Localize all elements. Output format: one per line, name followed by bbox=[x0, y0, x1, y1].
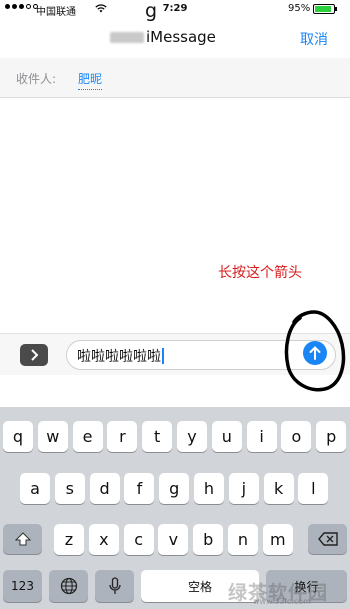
key-a[interactable]: a bbox=[20, 473, 50, 504]
watermark-url: www.33lc.com bbox=[253, 597, 311, 606]
arrow-up-icon bbox=[309, 346, 321, 360]
key-n[interactable]: n bbox=[228, 524, 258, 555]
key-m[interactable]: m bbox=[262, 524, 293, 555]
microphone-key[interactable] bbox=[95, 570, 134, 602]
key-x[interactable]: x bbox=[88, 524, 119, 555]
globe-icon bbox=[60, 577, 77, 595]
cancel-button[interactable]: 取消 bbox=[300, 29, 328, 49]
key-f[interactable]: f bbox=[124, 473, 155, 504]
key-e[interactable]: e bbox=[72, 421, 103, 452]
send-button[interactable] bbox=[303, 341, 327, 365]
globe-key[interactable] bbox=[49, 570, 88, 602]
key-p[interactable]: p bbox=[316, 421, 347, 452]
backspace-icon bbox=[317, 532, 338, 546]
key-u[interactable]: u bbox=[211, 421, 242, 452]
key-w[interactable]: w bbox=[37, 421, 68, 452]
delete-key[interactable] bbox=[308, 524, 347, 554]
key-k[interactable]: k bbox=[263, 473, 294, 504]
key-t[interactable]: t bbox=[142, 421, 173, 452]
key-i[interactable]: i bbox=[246, 421, 277, 452]
expand-apps-button[interactable] bbox=[20, 344, 48, 366]
key-d[interactable]: d bbox=[89, 473, 120, 504]
microphone-icon bbox=[108, 577, 121, 594]
key-z[interactable]: z bbox=[54, 524, 84, 555]
recipient-name[interactable]: 肥昵 bbox=[78, 70, 103, 90]
blurred-name bbox=[110, 32, 144, 43]
nav-title: iMessage bbox=[110, 28, 250, 46]
compose-bar: 啦啦啦啦啦啦 bbox=[0, 333, 350, 375]
battery-icon bbox=[313, 4, 337, 14]
shift-key[interactable] bbox=[3, 524, 42, 554]
key-h[interactable]: h bbox=[194, 473, 224, 504]
key-g[interactable]: g bbox=[159, 473, 190, 504]
key-l[interactable]: l bbox=[298, 473, 329, 504]
shift-icon bbox=[14, 532, 31, 546]
nav-partial-letter: g bbox=[145, 0, 158, 22]
key-c[interactable]: c bbox=[123, 524, 154, 555]
battery-percent: 95% bbox=[288, 3, 311, 14]
key-v[interactable]: v bbox=[158, 524, 189, 555]
recipient-row[interactable]: 收件人: 肥昵 bbox=[0, 58, 350, 98]
key-r[interactable]: r bbox=[107, 421, 138, 452]
message-input[interactable]: 啦啦啦啦啦啦 bbox=[66, 340, 336, 370]
key-b[interactable]: b bbox=[193, 524, 224, 555]
key-o[interactable]: o bbox=[281, 421, 312, 452]
key-y[interactable]: y bbox=[177, 421, 207, 452]
message-text: 啦啦啦啦啦啦 bbox=[77, 349, 161, 365]
numbers-key[interactable]: 123 bbox=[3, 570, 42, 602]
chevron-right-icon bbox=[31, 349, 39, 361]
key-s[interactable]: s bbox=[54, 473, 85, 504]
key-j[interactable]: j bbox=[228, 473, 259, 504]
status-bar: 中国联通 7:29 95% bbox=[0, 0, 350, 20]
key-q[interactable]: q bbox=[3, 421, 33, 452]
annotation-text: 长按这个箭头 bbox=[218, 265, 302, 281]
text-caret bbox=[162, 348, 164, 364]
recipient-label: 收件人: bbox=[16, 72, 57, 86]
